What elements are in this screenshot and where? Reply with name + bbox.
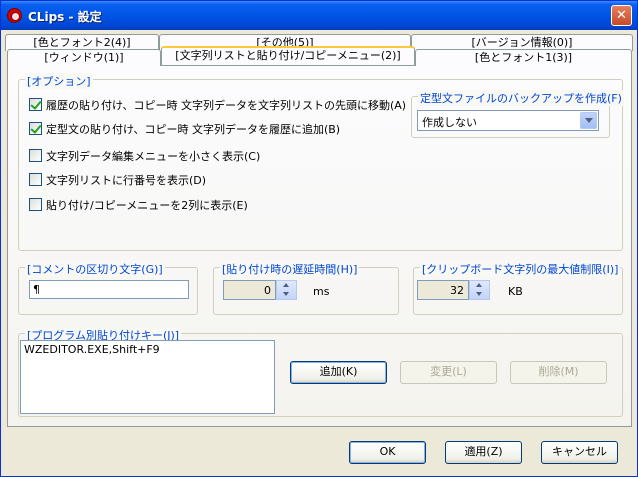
paste-delay-unit: ms <box>313 285 330 298</box>
checkbox-d[interactable] <box>29 173 42 186</box>
title-bar[interactable]: CLips - 設定 ✕ <box>1 1 637 30</box>
backup-legend: 定型文ファイルのバックアップを作成(F) <box>418 90 624 106</box>
spin-down-icon[interactable] <box>470 290 489 299</box>
comment-separator-legend: [コメントの区切り文字(G)] <box>25 261 165 277</box>
delete-button[interactable]: 削除(M) <box>510 361 607 384</box>
window-title: CLips - 設定 <box>28 10 102 24</box>
clips-app-icon <box>7 8 22 23</box>
backup-select[interactable]: 作成しない <box>417 110 599 131</box>
checkbox-e[interactable] <box>29 198 42 211</box>
change-button[interactable]: 変更(L) <box>400 361 497 384</box>
comment-separator-input[interactable]: ¶ <box>29 280 189 299</box>
check-small-edit-menu[interactable]: 文字列データ編集メニューを小さく表示(C) <box>29 148 329 163</box>
options-legend: [オプション] <box>25 73 93 89</box>
spin-down-icon[interactable] <box>277 290 296 299</box>
check-label: 文字列リストに行番号を表示(D) <box>46 174 207 187</box>
checkbox-c[interactable] <box>29 149 42 162</box>
spin-up-icon[interactable] <box>470 281 489 290</box>
tab-panel: [オプション] 履歴の貼り付け、コピー時 文字列データを文字列リストの先頭に移動… <box>7 65 632 427</box>
check-two-column-menu[interactable]: 貼り付け/コピーメニューを2列に表示(E) <box>29 197 329 212</box>
paste-delay-legend: [貼り付け時の遅延時間(H)] <box>220 261 360 277</box>
check-label: 文字列データ編集メニューを小さく表示(C) <box>46 150 261 163</box>
check-label: 履歴の貼り付け、コピー時 文字列データを文字列リストの先頭に移動(A) <box>46 99 407 112</box>
apply-button[interactable]: 適用(Z) <box>445 441 522 464</box>
backup-select-value: 作成しない <box>422 116 477 129</box>
close-button[interactable]: ✕ <box>611 5 632 26</box>
tab-string-list-paste-copy-menu[interactable]: [文字列リストと貼り付け/コピーメニュー(2)] <box>161 46 415 65</box>
chevron-down-icon[interactable] <box>580 112 597 129</box>
clipboard-limit-unit: KB <box>508 285 523 298</box>
clipboard-limit-legend: [クリップボード文字列の最大値制限(I)] <box>420 261 621 277</box>
checkbox-a[interactable] <box>29 98 42 111</box>
settings-dialog: CLips - 設定 ✕ [色とフォント2(4)] [その他(5)] [バージョ… <box>0 0 638 477</box>
check-label: 定型文の貼り付け、コピー時 文字列データを履歴に追加(B) <box>46 123 341 136</box>
paste-delay-spinner[interactable] <box>276 280 297 300</box>
list-item[interactable]: WZEDITOR.EXE,Shift+F9 <box>24 343 271 356</box>
check-move-history-to-top[interactable]: 履歴の貼り付け、コピー時 文字列データを文字列リストの先頭に移動(A) <box>29 97 406 112</box>
check-label: 貼り付け/コピーメニューを2列に表示(E) <box>46 199 248 212</box>
clipboard-limit-spinner[interactable] <box>469 280 490 300</box>
check-add-template-to-history[interactable]: 定型文の貼り付け、コピー時 文字列データを履歴に追加(B) <box>29 121 394 136</box>
check-line-numbers[interactable]: 文字列リストに行番号を表示(D) <box>29 172 329 187</box>
spin-up-icon[interactable] <box>277 281 296 290</box>
tab-window[interactable]: [ウィンドウ(1)] <box>7 49 161 66</box>
checkbox-b[interactable] <box>29 122 42 135</box>
clipboard-limit-input[interactable]: 32 <box>417 280 469 300</box>
tab-color-font-1[interactable]: [色とフォント1(3)] <box>415 49 632 66</box>
paste-delay-input[interactable]: 0 <box>223 280 276 300</box>
ok-button[interactable]: OK <box>349 441 426 464</box>
program-keys-list[interactable]: WZEDITOR.EXE,Shift+F9 <box>20 340 275 414</box>
add-button[interactable]: 追加(K) <box>290 361 387 384</box>
cancel-button[interactable]: キャンセル <box>541 441 618 464</box>
